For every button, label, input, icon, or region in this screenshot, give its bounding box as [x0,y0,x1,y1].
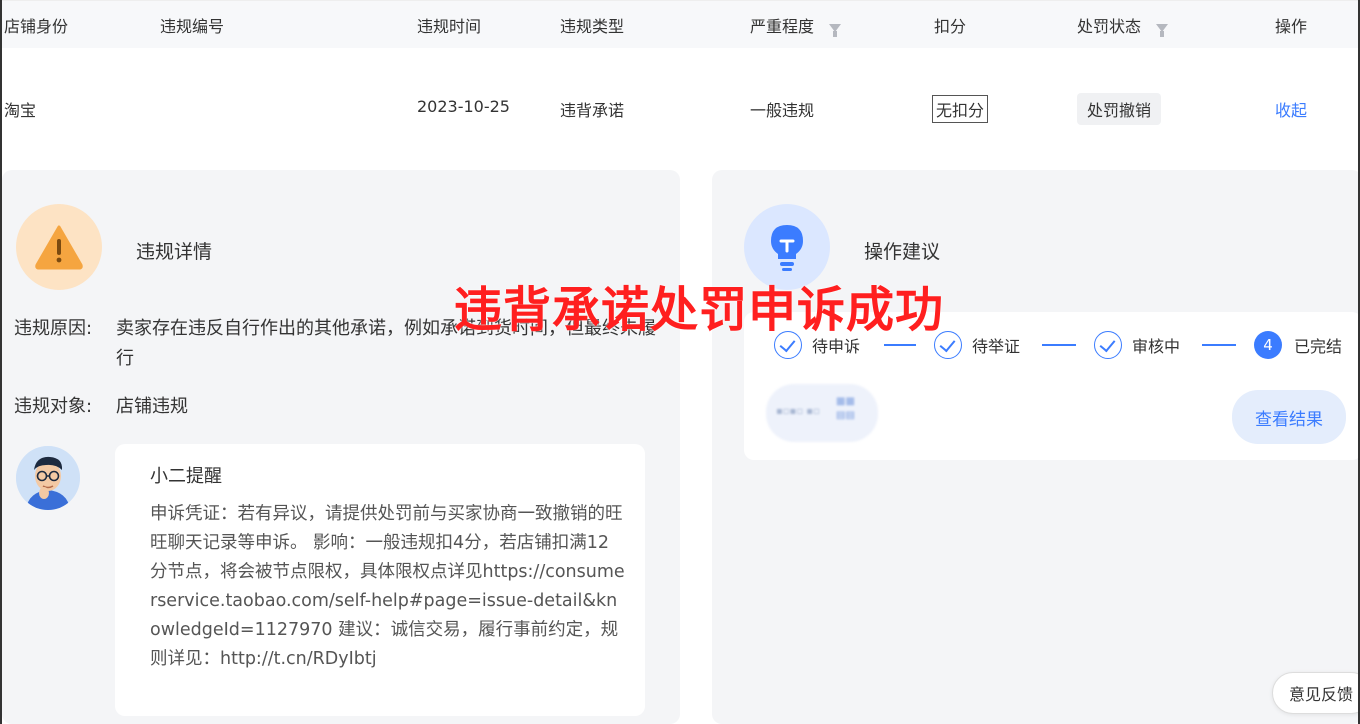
view-result-button[interactable]: 查看结果 [1232,390,1346,444]
avatar [16,446,80,510]
cell-violation-time: 2023-10-25 [417,97,510,116]
cell-violation-type: 违背承诺 [560,101,625,120]
reminder-title: 小二提醒 [150,466,222,487]
table-header: 店铺身份 违规编号 违规时间 违规类型 严重程度 扣分 处罚状态 操作 [2,0,1358,48]
operation-advice-panel: 操作建议 待申诉 待举证 审核中 4 已完结 ▪▫▪▫ ▪▫ ▦▦ ▤▤ 查看结… [712,170,1358,724]
violation-detail-panel: 违规详情 违规原因: 卖家存在违反自行作出的其他承诺，例如承诺到货时间，但最终未… [2,170,680,724]
col-deduction: 扣分 [934,17,967,36]
reminder-body: 申诉凭证：若有异议，请提供处罚前与买家协商一致撤销的旺旺聊天记录等申诉。 影响：… [150,504,625,669]
deduction-tag: 无扣分 [932,95,989,123]
cell-store-identity: 淘宝 [4,101,37,120]
col-severity-label: 严重程度 [750,17,815,36]
step-label: 已完结 [1294,337,1343,356]
violation-target-value: 店铺违规 [116,396,188,417]
col-violation-type: 违规类型 [560,17,625,36]
filter-icon[interactable] [1156,23,1169,37]
step-number: 4 [1254,331,1282,359]
page-frame: 店铺身份 违规编号 违规时间 违规类型 严重程度 扣分 处罚状态 操作 淘宝 2… [0,0,1360,724]
cell-severity: 一般违规 [750,101,815,120]
step-label: 审核中 [1132,337,1181,356]
operation-advice-title: 操作建议 [864,241,941,263]
violation-detail-title: 违规详情 [136,241,213,263]
col-penalty-status: 处罚状态 [1077,13,1169,37]
penalty-status-badge: 处罚撤销 [1077,93,1162,125]
overlay-caption: 违背承诺处罚申诉成功 [454,282,945,338]
step-connector [884,344,916,346]
filter-icon[interactable] [829,23,842,37]
violation-reason-label: 违规原因: [14,318,93,339]
step-connector [1202,344,1236,346]
col-violation-no: 违规编号 [160,17,225,36]
step-pending-evidence: 待举证 [934,330,1020,360]
step-under-review: 审核中 [1094,330,1180,360]
violation-target-label: 违规对象: [14,396,93,417]
step-label: 待举证 [972,337,1021,356]
violation-target: 违规对象: 店铺违规 [14,392,674,422]
col-severity: 严重程度 [750,13,842,37]
warning-icon [16,204,102,290]
check-circle-icon [1094,331,1122,359]
step-completed: 4 已完结 [1254,330,1342,360]
reminder-card: 小二提醒 申诉凭证：若有异议，请提供处罚前与买家协商一致撤销的旺旺聊天记录等申诉… [115,444,645,716]
col-action: 操作 [1275,17,1308,36]
feedback-button[interactable]: 意见反馈 [1272,672,1358,714]
collapse-link[interactable]: 收起 [1275,97,1307,121]
col-store-identity: 店铺身份 [4,17,69,36]
col-penalty-status-label: 处罚状态 [1077,17,1142,36]
col-violation-time: 违规时间 [417,17,482,36]
step-connector [1042,344,1076,346]
blurred-signature-image: ▪▫▪▫ ▪▫ ▦▦ ▤▤ [766,384,878,442]
